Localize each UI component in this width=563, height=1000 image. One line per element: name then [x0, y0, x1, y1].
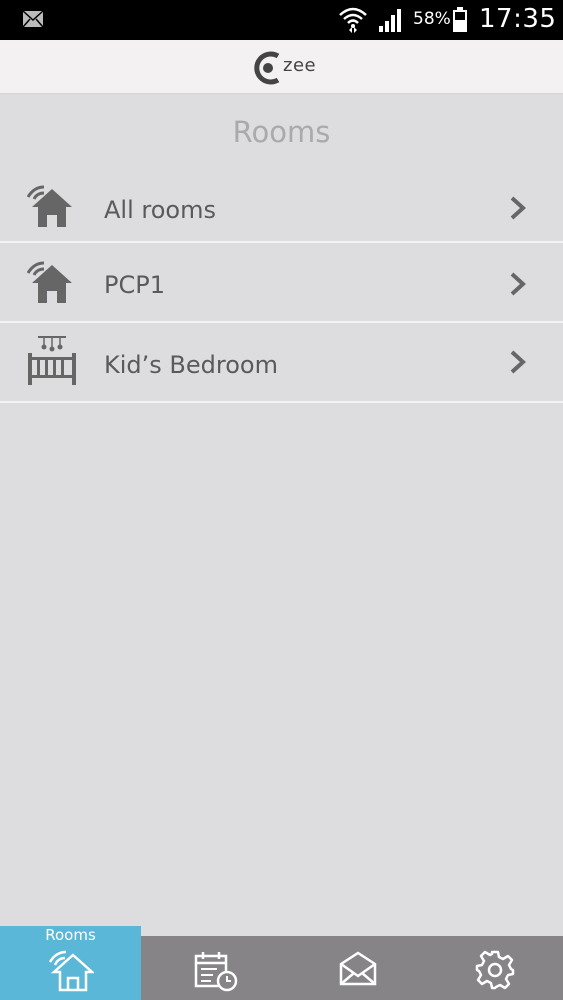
tab-settings[interactable]: [423, 936, 563, 1000]
battery-icon: [453, 7, 467, 32]
chevron-right-icon: [510, 272, 526, 296]
crib-icon: [28, 336, 76, 385]
wifi-icon: [339, 7, 367, 33]
mail-icon: [22, 10, 44, 28]
page-title: Rooms: [232, 115, 331, 149]
envelope-icon: [339, 951, 377, 986]
battery-percent: 58%: [413, 9, 451, 29]
signal-icon: [379, 9, 401, 32]
home-wireless-icon: [26, 185, 72, 227]
chevron-right-icon: [510, 350, 526, 374]
tab-bar: Rooms: [0, 926, 563, 1000]
gear-icon: [475, 950, 515, 990]
calendar-clock-icon: [194, 952, 238, 992]
tab-schedule[interactable]: [141, 936, 282, 1000]
room-list: All rooms PCP1 Kid’s Bedroom: [0, 169, 563, 403]
tab-rooms[interactable]: Rooms: [0, 926, 141, 1000]
app-header: zee: [0, 40, 563, 94]
status-bar: 58% 17:35: [0, 0, 563, 40]
clock: 17:35: [479, 4, 557, 34]
room-label: PCP1: [104, 271, 165, 299]
room-row-kids-bedroom[interactable]: Kid’s Bedroom: [0, 323, 563, 403]
tab-messages[interactable]: [282, 936, 423, 1000]
tab-label: Rooms: [45, 926, 96, 944]
home-wireless-icon: [26, 261, 72, 303]
room-row-pcp1[interactable]: PCP1: [0, 243, 563, 323]
room-row-all-rooms[interactable]: All rooms: [0, 169, 563, 243]
logo-icon: [254, 51, 280, 85]
logo-text: zee: [283, 55, 317, 76]
chevron-right-icon: [510, 196, 526, 220]
room-label: Kid’s Bedroom: [104, 351, 278, 379]
room-label: All rooms: [104, 196, 216, 224]
home-wireless-icon: [48, 950, 94, 992]
